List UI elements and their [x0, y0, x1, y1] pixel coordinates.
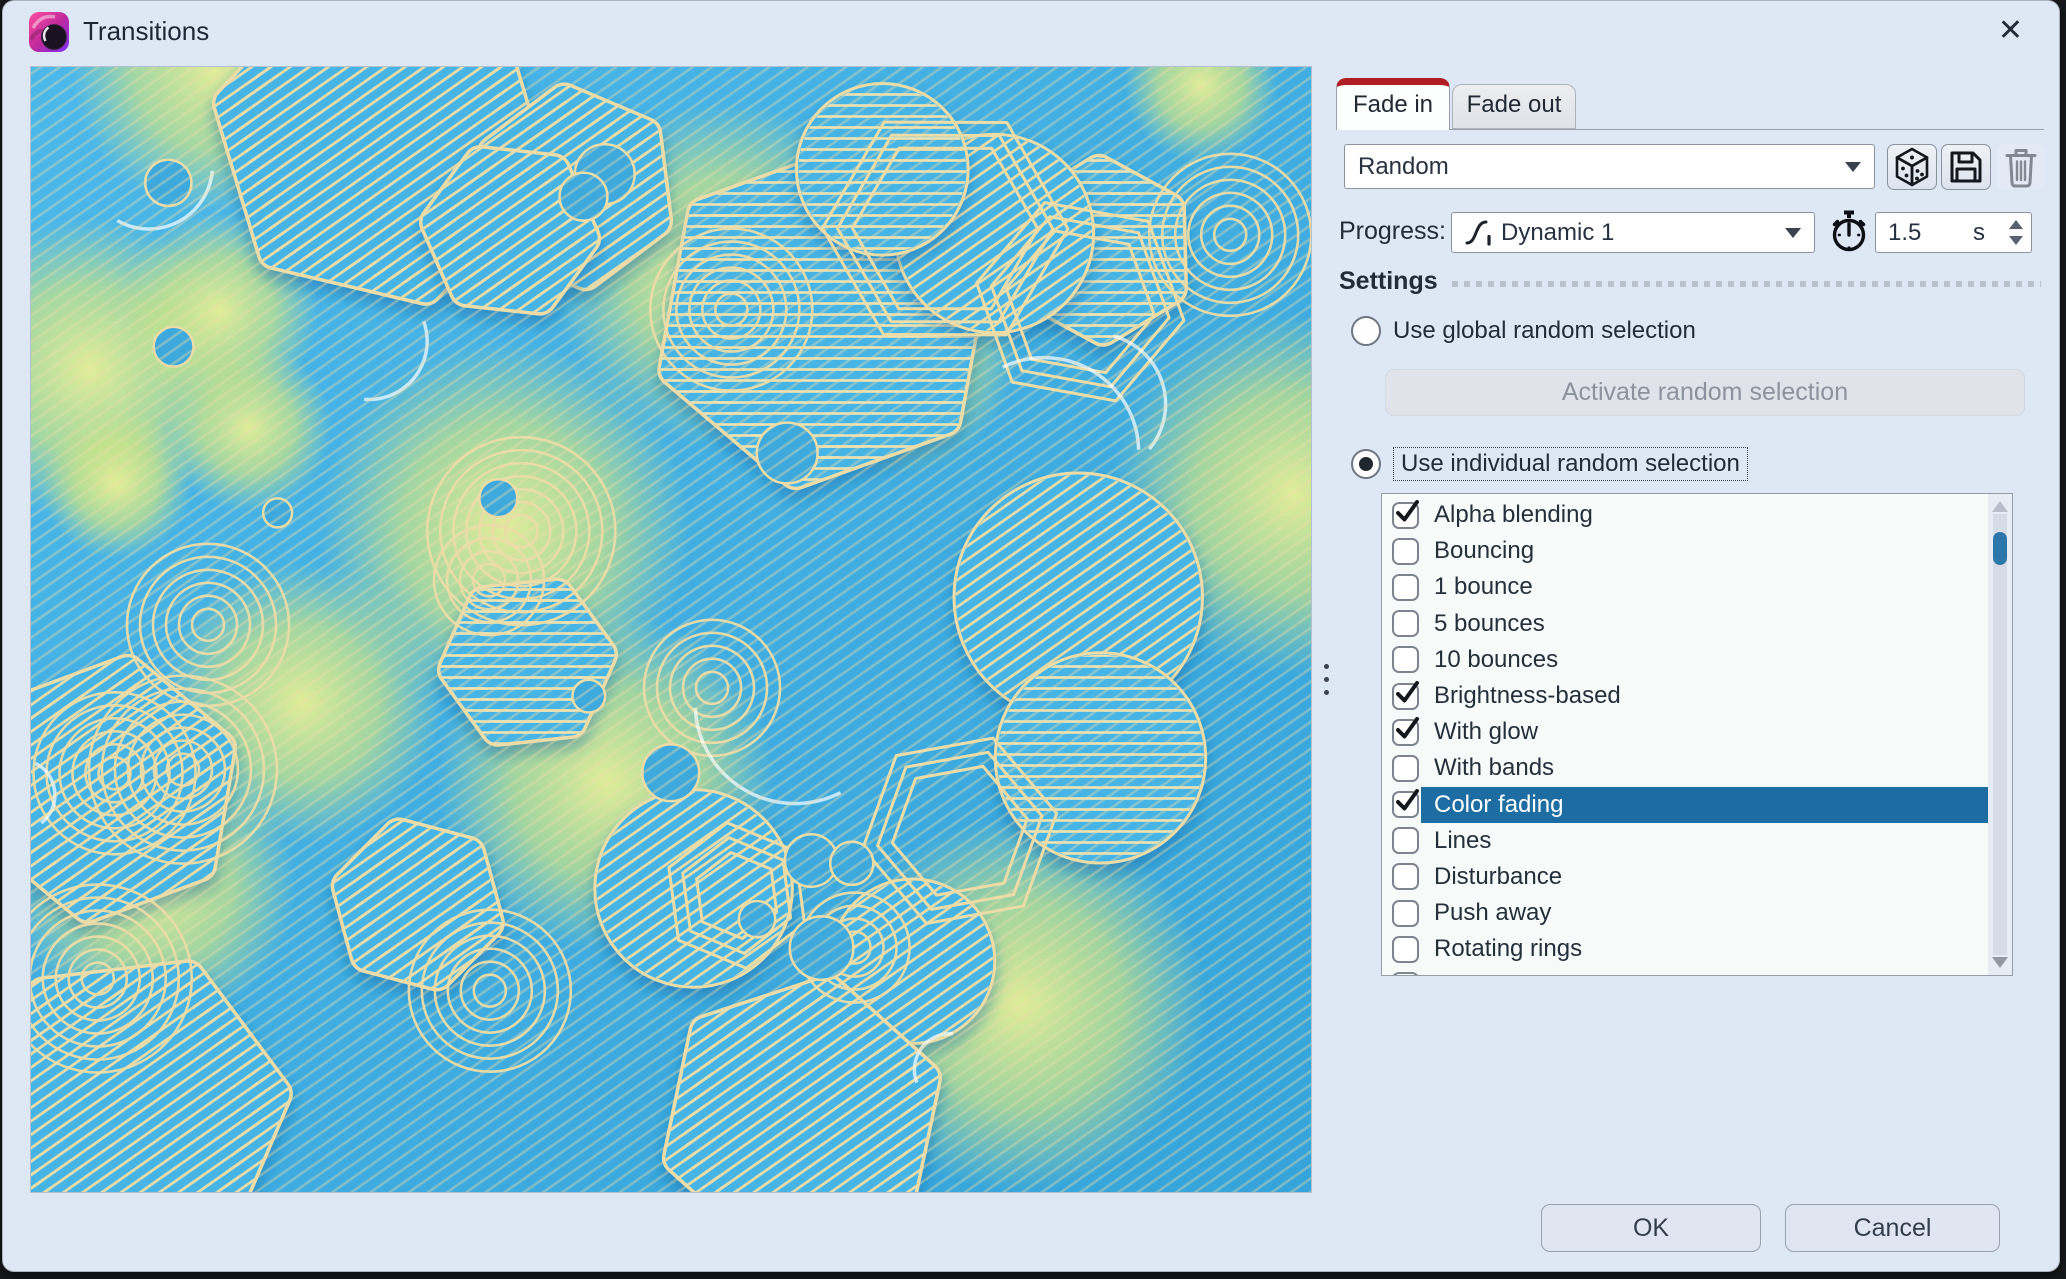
transitions-dialog: Transitions ✕ Fade in Fade out Random [2, 0, 2060, 1272]
spin-up-icon[interactable] [2009, 220, 2023, 229]
radio-circle-checked[interactable] [1351, 449, 1381, 479]
chevron-down-icon [1785, 228, 1801, 238]
window-title: Transitions [83, 16, 209, 47]
list-item-label: Disturbance [1421, 859, 1988, 895]
list-item-label: Lines [1421, 823, 1988, 859]
list-item-label: 10 bounces [1421, 642, 1988, 678]
settings-header: Settings [1339, 267, 2041, 296]
activate-random-button[interactable]: Activate random selection [1385, 369, 2025, 416]
checkbox-unchecked[interactable] [1392, 972, 1419, 976]
chevron-down-icon [1845, 162, 1861, 172]
spinner-arrows[interactable] [2009, 213, 2023, 252]
list-item-label: Bouncing [1421, 533, 1988, 569]
tab-fade-out[interactable]: Fade out [1452, 84, 1576, 129]
check-icon [1394, 499, 1421, 526]
list-item[interactable]: Alpha blending [1382, 497, 1988, 533]
spin-down-icon[interactable] [2009, 236, 2023, 245]
checkbox-unchecked[interactable] [1392, 646, 1419, 673]
curve-value: Dynamic 1 [1501, 219, 1614, 247]
list-item[interactable]: Color fading [1382, 787, 1988, 823]
list-item-label [1421, 967, 1988, 976]
check-icon [1394, 680, 1421, 707]
list-item[interactable]: With glow [1382, 714, 1988, 750]
delete-button[interactable] [1997, 144, 2045, 190]
cancel-button[interactable]: Cancel [1785, 1204, 2000, 1252]
preset-value: Random [1358, 153, 1449, 181]
splitter-handle[interactable] [1317, 647, 1335, 711]
checkbox-unchecked[interactable] [1392, 900, 1419, 927]
check-icon [1394, 716, 1421, 743]
dice-icon [1892, 146, 1932, 188]
settings-panel: Fade in Fade out Random [1336, 78, 2044, 988]
list-item-label: With glow [1421, 714, 1988, 750]
list-item-label: 1 bounce [1421, 569, 1988, 605]
scrollbar-thumb[interactable] [1993, 532, 2007, 565]
trash-icon [2003, 146, 2039, 188]
list-item-label: Rotating rings [1421, 931, 1988, 967]
duration-unit: s [1973, 219, 1985, 247]
radio-individual-label: Use individual random selection [1393, 447, 1748, 481]
list-item[interactable]: 5 bounces [1382, 606, 1988, 642]
checkbox-checked[interactable] [1392, 502, 1419, 529]
duration-spinner[interactable]: 1.5 s [1875, 212, 2032, 253]
ok-button[interactable]: OK [1541, 1204, 1761, 1252]
list-scrollbar[interactable] [1988, 494, 2012, 975]
checkbox-checked[interactable] [1392, 791, 1419, 818]
radio-global-random[interactable]: Use global random selection [1351, 316, 1696, 346]
list-item[interactable]: Push away [1382, 895, 1988, 931]
checkbox-checked[interactable] [1392, 719, 1419, 746]
list-item[interactable]: Brightness-based [1382, 678, 1988, 714]
checkbox-unchecked[interactable] [1392, 936, 1419, 963]
checkbox-unchecked[interactable] [1392, 610, 1419, 637]
list-item[interactable]: With bands [1382, 750, 1988, 786]
checkbox-unchecked[interactable] [1392, 538, 1419, 565]
checkbox-unchecked[interactable] [1392, 755, 1419, 782]
transition-preview-image [31, 67, 1311, 1192]
list-item-label: Brightness-based [1421, 678, 1988, 714]
checkbox-checked[interactable] [1392, 683, 1419, 710]
titlebar: Transitions ✕ [3, 1, 2059, 63]
transition-list: Alpha blendingBouncing1 bounce5 bounces1… [1381, 493, 2013, 976]
tab-fade-in[interactable]: Fade in [1336, 78, 1450, 130]
duration-value: 1.5 [1876, 219, 1921, 247]
list-item[interactable]: Lines [1382, 823, 1988, 859]
save-button[interactable] [1941, 144, 1991, 190]
progress-curve-combobox[interactable]: Dynamic 1 [1451, 212, 1815, 253]
list-item[interactable]: Rotating rings [1382, 931, 1988, 967]
app-icon [29, 12, 69, 52]
random-dice-button[interactable] [1887, 144, 1937, 190]
easing-curve-icon [1465, 218, 1493, 248]
checkbox-unchecked[interactable] [1392, 863, 1419, 890]
list-item[interactable] [1382, 967, 1988, 976]
scrollbar-track[interactable] [1993, 514, 2007, 955]
check-icon [1394, 788, 1421, 815]
radio-circle[interactable] [1351, 316, 1381, 346]
list-item[interactable]: 10 bounces [1382, 642, 1988, 678]
radio-individual-random[interactable]: Use individual random selection [1351, 447, 1748, 481]
list-item[interactable]: 1 bounce [1382, 569, 1988, 605]
list-item-label: Alpha blending [1421, 497, 1988, 533]
checkbox-unchecked[interactable] [1392, 574, 1419, 601]
radio-global-label: Use global random selection [1393, 317, 1696, 345]
list-item-label: With bands [1421, 750, 1988, 786]
dotted-divider [1452, 281, 2041, 287]
list-item-label: Push away [1421, 895, 1988, 931]
floppy-save-icon [1947, 148, 1985, 186]
list-item-label: Color fading [1421, 787, 1988, 823]
list-item-label: 5 bounces [1421, 606, 1988, 642]
stopwatch-icon [1829, 209, 1869, 255]
progress-label: Progress: [1339, 217, 1446, 246]
checkbox-unchecked[interactable] [1392, 827, 1419, 854]
scroll-down-icon[interactable] [1992, 957, 2008, 968]
scroll-up-icon[interactable] [1992, 501, 2008, 512]
preset-combobox[interactable]: Random [1344, 144, 1875, 189]
list-item[interactable]: Disturbance [1382, 859, 1988, 895]
close-icon[interactable]: ✕ [1998, 14, 2023, 48]
list-item[interactable]: Bouncing [1382, 533, 1988, 569]
